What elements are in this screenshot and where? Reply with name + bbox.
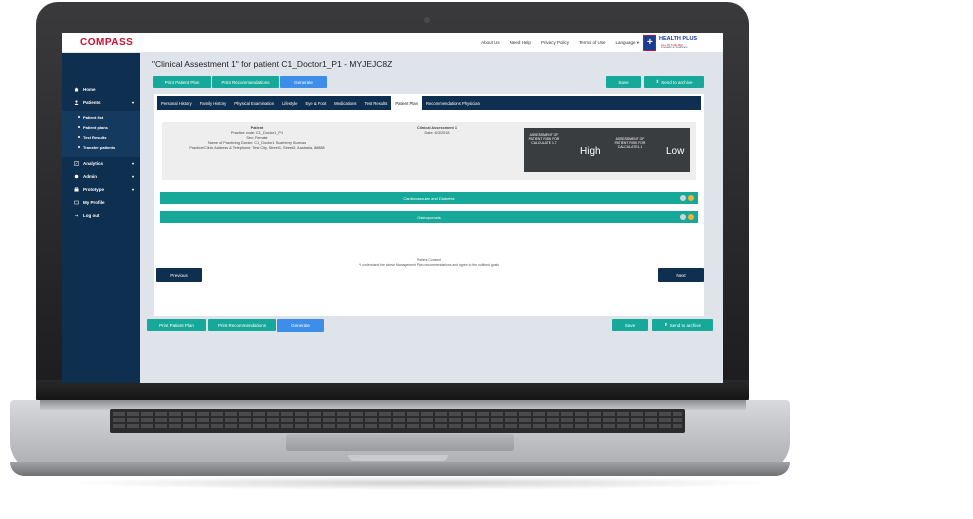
- nav-admin[interactable]: Admin: [74, 174, 97, 179]
- profile-icon: [74, 200, 79, 205]
- risk-summary: ASSESSMENT OF PATIENT RISK FOR CALCULATE…: [524, 128, 690, 172]
- prototype-icon: [74, 187, 79, 192]
- bullet-icon: [78, 136, 80, 138]
- nav-test-results[interactable]: Test Results: [78, 135, 107, 140]
- privacy-policy-link[interactable]: Privacy Policy: [541, 40, 569, 46]
- top-links: About Us Need Help Privacy Policy Terms …: [481, 40, 639, 46]
- webcam: [424, 17, 430, 23]
- save-button-bottom[interactable]: Save: [612, 319, 648, 331]
- nav-analytics[interactable]: Analytics: [74, 161, 103, 166]
- consent-text: *I understand the above Management Plan …: [359, 263, 499, 267]
- nav-log-out[interactable]: Log out: [74, 213, 100, 218]
- status-dot-icon: [688, 214, 694, 220]
- bullet-icon: [78, 116, 80, 118]
- tab-bar: Personal History Family History Physical…: [157, 96, 701, 110]
- key-row: [113, 424, 682, 428]
- generate-button-bottom[interactable]: Generate: [277, 319, 324, 332]
- chevron-down-icon: ▾: [132, 174, 135, 179]
- print-patient-plan-button-bottom[interactable]: Print Patient Plan: [147, 319, 206, 331]
- main-content: "Clinical Assestment 1" for patient C1_D…: [140, 53, 723, 383]
- tab-physical-examination[interactable]: Physical Examination: [230, 96, 278, 110]
- top-bar: COMPASS About Us Need Help Privacy Polic…: [62, 33, 723, 53]
- status-dot-icon: [680, 195, 686, 201]
- section-cardiovascular-diabetes[interactable]: Cardiovascular and Diabetes: [160, 192, 698, 204]
- nav-my-profile[interactable]: My Profile: [74, 200, 105, 205]
- analytics-icon: [74, 161, 79, 166]
- nav-home[interactable]: Home: [74, 87, 96, 92]
- chevron-down-icon: ▾: [132, 100, 135, 105]
- bullet-icon: [78, 146, 80, 148]
- print-recommendations-button-bottom[interactable]: Print Recommendations: [208, 319, 276, 331]
- tab-patient-plan[interactable]: Patient Plan: [391, 96, 422, 110]
- laptop-base-edge: [10, 462, 790, 476]
- tab-eye-foot[interactable]: Eye & Foot: [301, 96, 330, 110]
- print-patient-plan-button[interactable]: Print Patient Plan: [153, 76, 211, 88]
- patients-submenu: Patient list Patient plans Test Results …: [62, 111, 140, 157]
- section-osteoporosis[interactable]: Osteoporosis: [160, 211, 698, 223]
- status-dot-icon: [680, 214, 686, 220]
- previous-button[interactable]: Previous: [156, 268, 202, 282]
- tab-test-results[interactable]: Test Results: [361, 96, 392, 110]
- tab-recommendations-physician[interactable]: Recommendations Physician: [422, 96, 484, 110]
- nav-transfer-patients[interactable]: Transfer patients: [78, 145, 115, 150]
- laptop-shadow: [60, 476, 780, 490]
- nav-patient-list[interactable]: Patient list: [78, 115, 103, 120]
- next-button[interactable]: Next: [658, 268, 704, 282]
- chevron-down-icon: ▾: [132, 161, 135, 166]
- key-row: [113, 418, 682, 422]
- compass-logo[interactable]: COMPASS: [80, 37, 133, 48]
- logout-icon: [75, 214, 79, 217]
- page-title: "Clinical Assestment 1" for patient C1_D…: [152, 59, 393, 69]
- risk-value-1: High: [580, 146, 601, 157]
- send-to-archive-button[interactable]: ⬆ Send to archive: [644, 76, 704, 88]
- risk-label-1: ASSESSMENT OF PATIENT RISK FOR CALCULATE…: [528, 133, 560, 146]
- key-row: [113, 412, 682, 416]
- patient-info-card: Patient Practice code: C1_Doctor1_P1 Sex…: [162, 122, 696, 180]
- need-help-link[interactable]: Need Help: [510, 40, 531, 46]
- admin-icon: [74, 174, 79, 179]
- assessment-details: Clinical Assessment 1 Date: 6/3/2018: [417, 126, 457, 135]
- tab-lifestyle[interactable]: Lifestyle: [278, 96, 301, 110]
- tab-personal-history[interactable]: Personal History: [157, 96, 196, 110]
- bullet-icon: [78, 126, 80, 128]
- patients-icon: [74, 100, 79, 105]
- screen: COMPASS About Us Need Help Privacy Polic…: [62, 33, 723, 383]
- save-button[interactable]: Save: [606, 76, 641, 88]
- tab-family-history[interactable]: Family History: [196, 96, 231, 110]
- tab-medications[interactable]: Medications: [330, 96, 360, 110]
- nav-patients[interactable]: Patients: [74, 100, 101, 105]
- home-icon: [74, 87, 79, 92]
- archive-icon: ⬆: [663, 322, 668, 327]
- patient-details: Patient Practice code: C1_Doctor1_P1 Sex…: [189, 126, 325, 150]
- patient-plan-panel: Personal History Family History Physical…: [154, 94, 704, 316]
- about-us-link[interactable]: About Us: [481, 40, 500, 46]
- consent-heading: Patient Consent: [416, 258, 442, 262]
- generate-button[interactable]: Generate: [280, 76, 327, 88]
- risk-value-2: Low: [666, 146, 685, 157]
- risk-label-2: ASSESSMENT OF PATIENT RISK FOR CALCULATE…: [614, 137, 646, 150]
- sidebar: Home Patients ▾ Patient list Patient pla…: [62, 53, 140, 383]
- print-recommendations-button[interactable]: Print Recommendations: [212, 76, 279, 88]
- status-dot-icon: [688, 195, 694, 201]
- chevron-down-icon: ▾: [132, 187, 135, 192]
- trackpad: [286, 434, 514, 451]
- terms-of-use-link[interactable]: Terms of Use: [579, 40, 606, 46]
- nav-prototype[interactable]: Prototype: [74, 187, 104, 192]
- laptop-notch: [348, 455, 448, 461]
- send-to-archive-button-bottom[interactable]: ⬆ Send to archive: [652, 319, 713, 331]
- health-plus-mark-icon: [643, 35, 656, 51]
- language-dropdown[interactable]: Language ▾: [615, 40, 639, 46]
- archive-icon: ⬆: [655, 79, 660, 84]
- nav-patient-plans[interactable]: Patient plans: [78, 125, 108, 130]
- health-plus-logo: HEALTH PLUS ALL IN THE MIX innovation in…: [643, 35, 709, 51]
